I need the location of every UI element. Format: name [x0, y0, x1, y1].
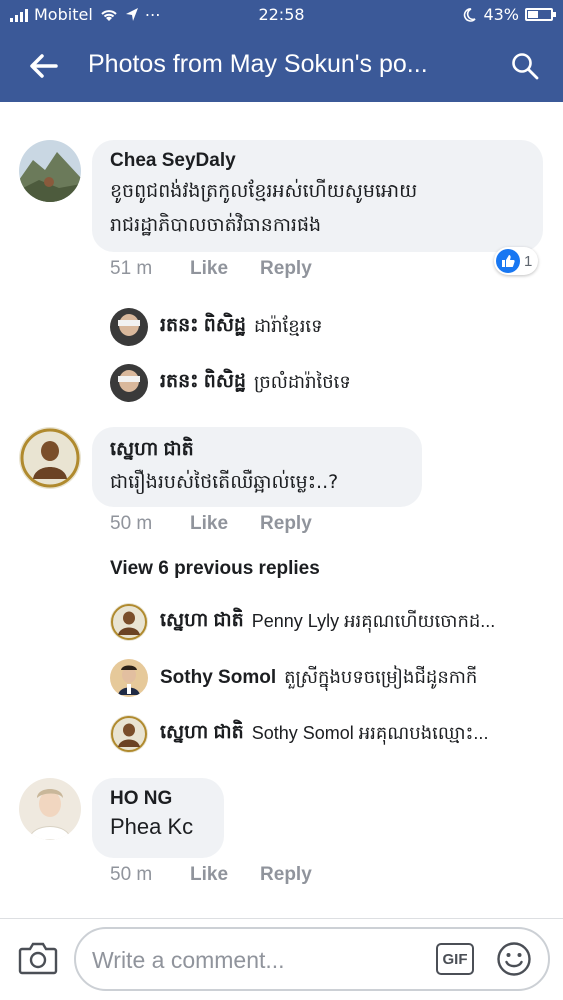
- emoji-icon[interactable]: [496, 941, 532, 977]
- comment-time: 50 m: [110, 864, 153, 885]
- view-previous-replies-link[interactable]: View 6 previous replies: [110, 558, 320, 580]
- reply-author[interactable]: ស្នេហា ជាតិ: [160, 720, 244, 748]
- reply-text: Sothy Somol អរគុណបងឈ្មោះ...: [251, 722, 489, 743]
- gif-icon[interactable]: GIF: [436, 943, 474, 975]
- avatar[interactable]: [110, 659, 148, 697]
- comment-bubble: Chea SeyDaly ខូចពូជពង់វងត្រកូលខ្មែរអស់ហើ…: [92, 140, 543, 252]
- reply-item[interactable]: ស្នេហា ជាតិ Sothy Somol អរគុណបងឈ្មោះ...: [110, 715, 488, 753]
- reply-text: ច្រលំដារ៉ាថៃទេ: [254, 371, 351, 392]
- battery-percent: 43%: [483, 5, 519, 24]
- divider: [0, 918, 563, 919]
- comment-bubble: HO NG Phea Kc: [92, 778, 224, 858]
- battery-icon: [525, 8, 556, 21]
- reply-author[interactable]: ស្នេហា ជាតិ: [160, 608, 244, 636]
- reply-item[interactable]: Sothy Somol តួស្រីក្នុងបទចម្រៀងជីដូនកាកី: [110, 659, 477, 697]
- reply-button[interactable]: Reply: [260, 864, 312, 886]
- comment-author[interactable]: HO NG: [110, 788, 206, 810]
- comment-author[interactable]: Chea SeyDaly: [110, 150, 525, 172]
- reply-button[interactable]: Reply: [260, 258, 312, 280]
- camera-icon[interactable]: [18, 940, 58, 976]
- thumbs-up-icon: [496, 249, 520, 273]
- comment-time: 51 m: [110, 258, 153, 279]
- status-right: 43%: [461, 5, 556, 24]
- reply-author[interactable]: រតនះ ពិសិដ្ឋ: [160, 313, 246, 341]
- reply-item[interactable]: រតនះ ពិសិដ្ឋ ច្រលំដារ៉ាថៃទេ: [110, 364, 351, 402]
- moon-icon: [464, 7, 477, 22]
- page-title: Photos from May Sokun's po...: [88, 50, 428, 78]
- search-icon[interactable]: [511, 52, 539, 80]
- comment-time: 50 m: [110, 513, 153, 534]
- reply-text: ដារ៉ាខ្មែរទេ: [254, 315, 323, 336]
- status-bar: Mobitel ⋯ 22:58 43%: [0, 0, 563, 30]
- comment-composer: GIF: [74, 927, 550, 991]
- reply-author[interactable]: Sothy Somol: [160, 667, 276, 689]
- reply-author[interactable]: រតនះ ពិសិដ្ឋ: [160, 369, 246, 397]
- avatar[interactable]: [19, 427, 81, 489]
- like-button[interactable]: Like: [190, 513, 228, 535]
- comment-bubble: ស្នេហា ជាតិ ជារឿងរបស់ថៃតើឈឺឆ្អាល់ម្លេះ..…: [92, 427, 422, 507]
- reaction-count: 1: [524, 252, 533, 270]
- comment-actions: 51 m Like Reply: [110, 258, 344, 280]
- reply-text: Penny Lyly អរគុណហើយចោកដ...: [251, 610, 496, 631]
- avatar[interactable]: [19, 140, 81, 202]
- app-header: Photos from May Sokun's po...: [0, 30, 563, 102]
- avatar[interactable]: [110, 715, 148, 753]
- comment-input[interactable]: [92, 941, 422, 979]
- comment-text: ខូចពូជពង់វងត្រកូលខ្មែរអស់ហើយសូមអោយ: [110, 180, 418, 202]
- reply-item[interactable]: រតនះ ពិសិដ្ឋ ដារ៉ាខ្មែរទេ: [110, 308, 323, 346]
- avatar[interactable]: [110, 603, 148, 641]
- comment-actions: 50 m Like Reply: [110, 864, 344, 886]
- comment-text: ជារឿងរបស់ថៃតើឈឺឆ្អាល់ម្លេះ..?: [110, 471, 339, 493]
- avatar[interactable]: [110, 308, 148, 346]
- reply-button[interactable]: Reply: [260, 513, 312, 535]
- avatar[interactable]: [110, 364, 148, 402]
- comment-text: រាជរដ្ឋាភិបាលចាត់វិធានការផង: [110, 214, 322, 236]
- like-button[interactable]: Like: [190, 258, 228, 280]
- reply-item[interactable]: ស្នេហា ជាតិ Penny Lyly អរគុណហើយចោកដ...: [110, 603, 495, 641]
- reply-text: តួស្រីក្នុងបទចម្រៀងជីដូនកាកី: [284, 666, 478, 687]
- avatar[interactable]: [19, 778, 81, 840]
- like-button[interactable]: Like: [190, 864, 228, 886]
- comment-author[interactable]: ស្នេហា ជាតិ: [110, 437, 404, 465]
- back-arrow-icon[interactable]: [28, 52, 58, 80]
- comment-actions: 50 m Like Reply: [110, 513, 344, 535]
- reaction-count-badge[interactable]: 1: [494, 247, 539, 275]
- comment-text: Phea Kc: [110, 814, 194, 839]
